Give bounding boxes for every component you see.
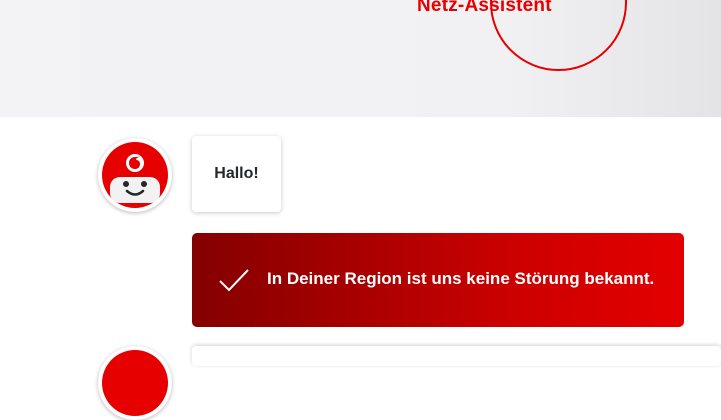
status-message-card: In Deiner Region ist uns keine Störung b…	[192, 233, 684, 327]
vodafone-bot-avatar-icon	[102, 142, 168, 208]
bot-avatar	[98, 138, 172, 212]
bot-avatar-next	[98, 346, 172, 420]
greeting-text: Hallo!	[214, 165, 259, 182]
page-title: Netz-Assistent	[417, 0, 552, 16]
chat-bubble-next	[192, 346, 721, 366]
page-header: Netz-Assistent	[0, 0, 721, 117]
checkmark-icon	[219, 269, 249, 292]
chat-bubble-greeting: Hallo!	[192, 136, 281, 212]
vodafone-bot-avatar-icon	[102, 350, 168, 416]
status-message-text: In Deiner Region ist uns keine Störung b…	[267, 269, 655, 288]
